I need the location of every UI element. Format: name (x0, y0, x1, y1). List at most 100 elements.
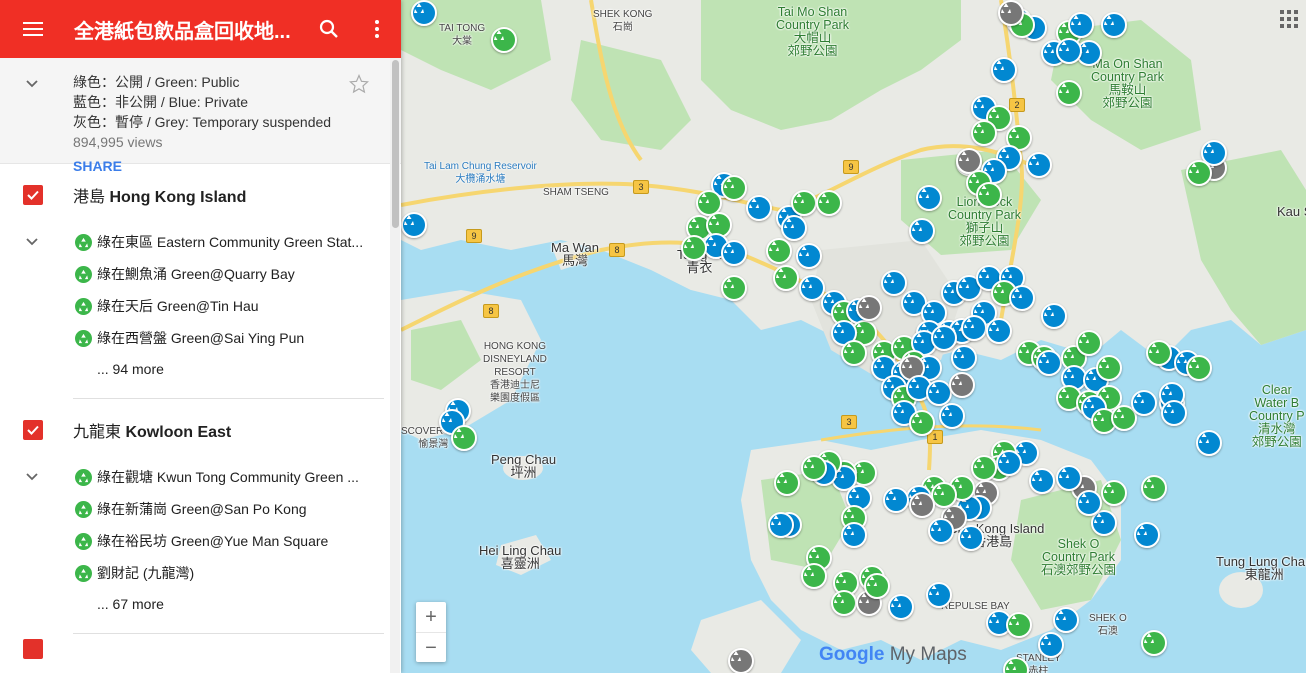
layer-checkbox[interactable] (23, 639, 43, 659)
recycle-point-marker[interactable] (926, 582, 952, 608)
recycle-point-marker[interactable] (1026, 152, 1052, 178)
recycle-point-marker[interactable] (1056, 38, 1082, 64)
scroll-thumb[interactable] (392, 60, 399, 228)
recycle-point-marker[interactable] (1101, 12, 1127, 38)
recycle-point-marker[interactable] (1029, 468, 1055, 494)
list-item[interactable]: 綠在天后 Green@Tin Hau (0, 290, 401, 322)
chevron-down-icon[interactable] (25, 469, 39, 483)
recycle-point-marker[interactable] (888, 594, 914, 620)
star-icon[interactable] (349, 74, 369, 94)
list-item[interactable]: 綠在東區 Eastern Community Green Stat... (0, 226, 401, 258)
recycle-point-marker[interactable] (1141, 630, 1167, 656)
recycle-point-marker[interactable] (939, 403, 965, 429)
search-icon[interactable] (305, 0, 353, 58)
recycle-point-marker[interactable] (986, 318, 1012, 344)
list-item[interactable]: 綠在裕民坊 Green@Yue Man Square (0, 525, 401, 557)
more-vert-icon[interactable] (353, 0, 401, 58)
recycle-point-marker[interactable] (766, 238, 792, 264)
recycle-point-marker[interactable] (1076, 330, 1102, 356)
recycle-point-marker[interactable] (916, 185, 942, 211)
recycle-point-marker[interactable] (721, 275, 747, 301)
recycle-point-marker[interactable] (401, 212, 427, 238)
recycle-point-marker[interactable] (951, 345, 977, 371)
recycle-point-marker[interactable] (801, 563, 827, 589)
recycle-point-marker[interactable] (728, 648, 754, 673)
recycle-point-marker[interactable] (1186, 355, 1212, 381)
recycle-point-marker[interactable] (1056, 465, 1082, 491)
recycle-point-marker[interactable] (909, 492, 935, 518)
layer-checkbox[interactable] (23, 420, 43, 440)
recycle-point-marker[interactable] (841, 522, 867, 548)
scrollbar[interactable] (390, 58, 400, 673)
list-item[interactable]: 綠在觀塘 Kwun Tong Community Green ... (0, 461, 401, 493)
recycle-point-marker[interactable] (1053, 607, 1079, 633)
recycle-point-marker[interactable] (856, 295, 882, 321)
recycle-point-marker[interactable] (1186, 160, 1212, 186)
recycle-point-marker[interactable] (958, 525, 984, 551)
recycle-point-marker[interactable] (1006, 612, 1032, 638)
recycle-point-marker[interactable] (491, 27, 517, 53)
recycle-point-marker[interactable] (1096, 355, 1122, 381)
recycle-point-marker[interactable] (998, 0, 1024, 26)
recycle-point-marker[interactable] (791, 190, 817, 216)
recycle-point-marker[interactable] (1161, 400, 1187, 426)
layer-checkbox[interactable] (23, 185, 43, 205)
recycle-point-marker[interactable] (1036, 350, 1062, 376)
recycle-point-marker[interactable] (831, 590, 857, 616)
recycle-point-marker[interactable] (1009, 285, 1035, 311)
recycle-point-marker[interactable] (949, 372, 975, 398)
recycle-point-marker[interactable] (1056, 80, 1082, 106)
recycle-point-marker[interactable] (1101, 480, 1127, 506)
chevron-down-icon[interactable] (25, 234, 39, 248)
recycle-point-marker[interactable] (411, 0, 437, 26)
zoom-out-button[interactable]: − (416, 633, 446, 663)
list-item[interactable]: 綠在鰂魚涌 Green@Quarry Bay (0, 258, 401, 290)
hamburger-menu-icon[interactable] (0, 0, 66, 58)
recycle-point-marker[interactable] (801, 455, 827, 481)
more-link[interactable]: ... 94 more (0, 354, 401, 384)
list-item[interactable]: 劉財記 (九龍灣) (0, 557, 401, 589)
recycle-point-marker[interactable] (773, 265, 799, 291)
more-link[interactable]: ... 67 more (0, 589, 401, 619)
recycle-point-marker[interactable] (746, 195, 772, 221)
list-item[interactable]: 綠在西營盤 Green@Sai Ying Pun (0, 322, 401, 354)
recycle-point-marker[interactable] (1146, 340, 1172, 366)
recycle-icon (75, 532, 92, 550)
recycle-point-marker[interactable] (841, 340, 867, 366)
recycle-point-marker[interactable] (774, 470, 800, 496)
recycle-point-marker[interactable] (1068, 12, 1094, 38)
recycle-point-marker[interactable] (928, 518, 954, 544)
recycle-point-marker[interactable] (996, 450, 1022, 476)
recycle-point-marker[interactable] (1038, 632, 1064, 658)
recycle-point-marker[interactable] (721, 240, 747, 266)
recycle-point-marker[interactable] (971, 120, 997, 146)
recycle-point-marker[interactable] (991, 57, 1017, 83)
recycle-point-marker[interactable] (961, 315, 987, 341)
recycle-point-marker[interactable] (976, 182, 1002, 208)
chevron-down-icon[interactable] (25, 76, 39, 90)
recycle-point-marker[interactable] (971, 455, 997, 481)
recycle-point-marker[interactable] (1131, 390, 1157, 416)
recycle-point-marker[interactable] (721, 175, 747, 201)
recycle-point-marker[interactable] (796, 243, 822, 269)
recycle-point-marker[interactable] (864, 573, 890, 599)
apps-grid-icon[interactable] (1280, 10, 1298, 28)
recycle-point-marker[interactable] (909, 218, 935, 244)
recycle-point-marker[interactable] (1076, 490, 1102, 516)
recycle-point-marker[interactable] (781, 215, 807, 241)
list-item[interactable]: 綠在新蒲崗 Green@San Po Kong (0, 493, 401, 525)
recycle-point-marker[interactable] (909, 410, 935, 436)
recycle-point-marker[interactable] (1134, 522, 1160, 548)
recycle-point-marker[interactable] (1041, 303, 1067, 329)
recycle-point-marker[interactable] (681, 235, 707, 261)
recycle-point-marker[interactable] (1141, 475, 1167, 501)
recycle-point-marker[interactable] (1196, 430, 1222, 456)
map-canvas[interactable]: Tai Mo Shan Country Park 大帽山 郊野公園 Ma On Sha… (401, 0, 1306, 673)
zoom-in-button[interactable]: + (416, 602, 446, 633)
recycle-icon (75, 468, 92, 486)
recycle-point-marker[interactable] (883, 487, 909, 513)
route-shield: 9 (843, 160, 859, 174)
recycle-point-marker[interactable] (816, 190, 842, 216)
recycle-point-marker[interactable] (768, 512, 794, 538)
recycle-point-marker[interactable] (451, 425, 477, 451)
